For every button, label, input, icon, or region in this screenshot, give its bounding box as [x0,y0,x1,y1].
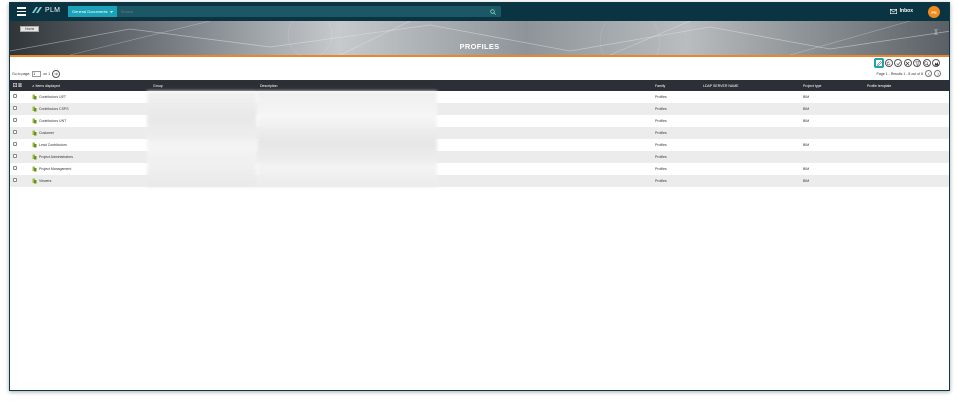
search-icon [924,60,929,66]
mail-icon [889,8,897,14]
edit-icon [876,60,882,66]
row-name[interactable]: Project Administrators [39,155,73,159]
profile-icon [32,178,37,184]
inbox-label: Inbox [899,8,913,14]
validate-button[interactable] [894,59,902,67]
close-icon [905,61,910,65]
row-project-type: BIM [803,95,810,99]
app-logo[interactable]: PLM [32,6,60,14]
row-checkbox[interactable] [13,94,17,98]
search-input[interactable] [116,6,490,17]
row-name[interactable]: Contributors CSPS [39,107,69,111]
filter-button[interactable] [913,59,921,67]
column-header-group[interactable]: Group [153,84,163,88]
pagination: Page 1 - Results 1 - 8 out of 8 [876,70,941,77]
search-button[interactable] [922,59,931,67]
column-header-name[interactable]: ∧ Items displayed [32,84,60,88]
column-header-family[interactable]: Family [655,84,665,88]
column-header-project-type[interactable]: Project type [803,84,821,88]
redacted-group-column [147,91,257,187]
export-icon [934,61,938,65]
row-project-type: BIM [803,179,810,183]
goto-label: Go to page: [12,72,31,76]
profile-icon [32,166,37,172]
home-button[interactable]: Home [20,26,40,32]
row-project-type: BIM [803,119,810,123]
chevron-right-icon [936,71,939,76]
prev-page-button[interactable] [925,70,932,77]
row-name[interactable]: Viewers [39,179,51,183]
row-family: Profiles [655,131,667,135]
chevron-left-icon [927,71,930,76]
row-family: Profiles [655,155,667,159]
table-header: ∧ Items displayed Group Description Fami… [10,80,949,91]
row-family: Profiles [655,95,667,99]
row-checkbox[interactable] [13,118,17,122]
menu-icon[interactable] [17,7,26,16]
row-checkbox[interactable] [13,142,17,146]
page-title: PROFILES [459,42,500,51]
profile-icon [32,106,37,112]
profile-icon [32,118,37,124]
goto-page-button[interactable] [52,70,61,78]
row-checkbox[interactable] [13,154,17,158]
row-project-type: BIM [803,107,810,111]
profile-icon [32,154,37,160]
refresh-icon [886,60,891,65]
row-family: Profiles [655,119,667,123]
row-family: Profiles [655,143,667,147]
row-name[interactable]: Contributors UET [39,95,66,99]
column-header-ldap[interactable]: LDAP SERVER NAME [703,84,738,88]
row-family: Profiles [655,167,667,171]
logo-text: PLM [45,6,61,14]
refresh-button[interactable] [884,59,893,67]
filter-icon [914,61,920,66]
profile-icon [32,94,37,100]
delete-button[interactable] [903,59,912,67]
row-checkbox[interactable] [13,178,17,182]
results-summary: Page 1 - Results 1 - 8 out of 8 [876,71,924,76]
row-family: Profiles [655,179,667,183]
row-checkbox[interactable] [13,106,17,110]
page-banner: Home PROFILES [10,21,949,55]
column-header-description[interactable]: Description [260,84,278,88]
plm-logo-icon [32,7,42,13]
search-icon[interactable] [490,8,496,15]
next-page-button[interactable] [934,70,941,77]
profile-icon [32,142,37,148]
row-checkbox[interactable] [13,130,17,134]
profile-icon [32,130,37,136]
table-toolbar [875,59,940,67]
row-name[interactable]: Customer [39,131,54,135]
row-name[interactable]: Contributors UNT [39,119,66,123]
row-project-type: BIM [803,167,810,171]
column-settings-icon [18,83,22,87]
row-name[interactable]: Project Management [39,167,71,171]
goto-page-input[interactable] [32,71,42,77]
arrow-right-icon [54,72,58,76]
row-family: Profiles [655,107,667,111]
collapse-icon[interactable] [934,29,938,35]
header-select-tools[interactable] [13,83,22,87]
goto-page: Go to page: on 1 [12,70,61,78]
inbox-link[interactable]: Inbox [889,8,913,14]
goto-total-label: on 1 [43,72,51,76]
edit-button[interactable] [875,59,883,67]
row-name[interactable]: Lead Contributors [39,143,67,147]
check-icon [896,61,900,65]
column-header-profile-template[interactable]: Profile template [867,84,891,88]
select-all-icon [13,83,17,87]
global-search: General Documents [68,6,501,17]
top-navigation: PLM General Documents Inbox PS [10,3,949,21]
app-window: PLM General Documents Inbox PS Home PROF… [9,2,950,391]
search-scope-label: General Documents [72,9,108,14]
row-project-type: BIM [803,143,810,147]
export-button[interactable] [932,59,940,67]
banner-accent-stripe [10,55,949,57]
chevron-down-icon [109,10,113,13]
avatar[interactable]: PS [928,6,940,18]
row-checkbox[interactable] [13,166,17,170]
search-scope-select[interactable]: General Documents [68,6,117,17]
redacted-description-column [257,91,437,187]
